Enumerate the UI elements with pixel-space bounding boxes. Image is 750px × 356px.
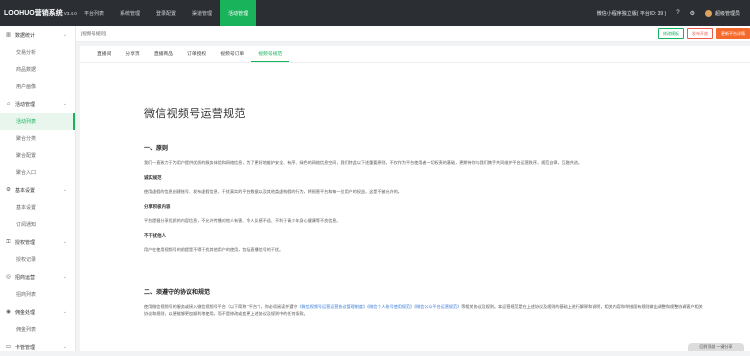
section-paragraph: 用户在使用视频号的前提是不得干扰其他用户的使用，包括直播信号的干扰。 <box>144 247 284 252</box>
publish-button[interactable]: 发布开放 <box>687 28 713 39</box>
account-switcher[interactable]: 微信小程序独立版( 平台ID: 39 ) <box>597 10 666 17</box>
section-paragraph: 我们一直致力于为用户提供优质的服务体验和网络信息，为了更好地维护安全、有序、绿色… <box>144 160 583 165</box>
tab-channel-orders[interactable]: 视频号订单 <box>213 46 251 62</box>
content-panel: 直播间 分享页 直播商品 订单授权 视频号订单 视频号规范 微信视频号运营规范 … <box>80 46 750 351</box>
tab-live-goods[interactable]: 直播商品 <box>147 46 180 62</box>
sidebar-group-label: 活动管理 <box>15 101 36 108</box>
edit-template-button[interactable]: 修改模板 <box>658 28 684 39</box>
user-menu[interactable]: 超级管理员 <box>704 9 740 17</box>
agreement-link[interactable]: 《微信个人账号使用规范》 <box>367 304 414 309</box>
section-paragraph: 使用虚假的信息创建账号、发布虚假信息、干扰真实的平台数据以及其他类虚构假的行为，… <box>144 189 402 194</box>
tab-live-room[interactable]: 直播间 <box>90 46 118 62</box>
sidebar-item-activity-list[interactable]: 活动列表 <box>0 113 75 130</box>
sidebar-group-label: 授权管理 <box>15 239 36 246</box>
key-icon: ⚿ <box>6 238 11 245</box>
section-heading: 二、须遵守的协议和规范 <box>144 290 211 296</box>
sidebar-item-goods-data[interactable]: 商品数据 <box>0 61 75 78</box>
tag-icon: ⌂ <box>6 101 11 107</box>
topnav-item-system[interactable]: 系统管理 <box>112 0 148 26</box>
breadcrumb: [视频号规则] 修改模板 发布开放 更新平台详情 <box>76 26 750 42</box>
document-title: 微信视频号运营规范 <box>144 108 246 120</box>
section-heading: 一、原则 <box>144 146 169 152</box>
subsection-title: 不干扰他人 <box>144 233 166 238</box>
sidebar-group-activity[interactable]: ⌂ 活动管理 ⌄ <box>0 95 75 113</box>
sidebar-group-label: 卡管管理 <box>15 344 36 351</box>
top-bar: LOOHUO营销系统 V3.4.0 平台列表 系统管理 登录配置 渠道管理 活动管… <box>0 0 750 26</box>
sidebar-item-auth-records[interactable]: 授权记录 <box>0 251 75 268</box>
sidebar-group-label: 数据统计 <box>15 32 36 39</box>
question-circle-icon[interactable]: ? <box>676 10 679 16</box>
main-content: [视频号规则] 修改模板 发布开放 更新平台详情 直播间 分享页 直播商品 订单… <box>76 26 750 351</box>
sidebar-group-basic[interactable]: ⚙ 基本设置 ⌄ <box>0 181 75 199</box>
sidebar-group-label: 招商运营 <box>15 274 36 281</box>
brand-version: V3.4.0 <box>63 10 77 16</box>
user-name: 超级管理员 <box>714 10 740 17</box>
chevron-down-icon: ⌄ <box>62 101 67 107</box>
crumb-actions: 修改模板 发布开放 更新平台详情 <box>655 28 750 39</box>
tab-bar: 直播间 分享页 直播商品 订单授权 视频号订单 视频号规范 <box>80 46 750 63</box>
top-right-tools: 微信小程序独立版( 平台ID: 39 ) ? ⚙ 超级管理员 <box>597 0 750 26</box>
topnav-item-login-config[interactable]: 登录配置 <box>148 0 184 26</box>
gear-icon: ⚙ <box>6 187 11 193</box>
sidebar-group-label: 基本设置 <box>15 187 36 194</box>
bar-chart-icon: ▥ <box>5 32 12 38</box>
topnav-item-activity[interactable]: 活动管理 <box>220 0 257 26</box>
sidebar-group-card[interactable]: ▭ 卡管管理 ⌄ <box>0 338 75 356</box>
sidebar-item-agg-config[interactable]: 聚合配置 <box>0 147 75 164</box>
chevron-down-icon: ⌄ <box>62 309 67 315</box>
sidebar-item-user-profile[interactable]: 用户画像 <box>0 78 75 95</box>
chevron-down-icon: ⌄ <box>62 32 67 38</box>
chevron-down-icon: ⌄ <box>62 344 67 350</box>
sidebar-group-merchant[interactable]: ◎ 招商运营 ⌄ <box>0 268 75 286</box>
section-paragraph: 使用微信视频号的服务或接入微信视频号平台（以下简称 "平台"），你必须阅读并遵守… <box>144 303 704 317</box>
brand-logo[interactable]: LOOHUO营销系统 V3.4.0 <box>0 0 77 26</box>
update-platform-button[interactable]: 更新平台详情 <box>716 28 750 39</box>
breadcrumb-label: [视频号规则] <box>81 30 107 36</box>
sidebar: ▥ 数据统计 ⌄ 交易分析 商品数据 用户画像 ⌂ 活动管理 ⌄ 活动列表 聚合分类 聚… <box>0 26 76 351</box>
sidebar-item-subscribe[interactable]: 订阅通知 <box>0 216 75 233</box>
paragraph-text: 使用微信视频号的服务或接入微信视频号平台（以下简称 "平台"），你必须阅读并遵守 <box>144 304 298 309</box>
sidebar-item-agg-entry[interactable]: 聚合入口 <box>0 164 75 181</box>
sidebar-group-stats[interactable]: ▥ 数据统计 ⌄ <box>0 26 75 44</box>
sidebar-item-agg-category[interactable]: 聚合分类 <box>0 130 75 147</box>
chevron-down-icon: ⌄ <box>62 187 67 193</box>
sidebar-item-commission-list[interactable]: 佣金列表 <box>0 321 75 338</box>
agreement-link[interactable]: 《微信视频号运营运营协议管理制度》 <box>297 304 367 309</box>
sidebar-item-basic-settings[interactable]: 基本设置 <box>0 199 75 216</box>
gear-icon[interactable]: ⚙ <box>690 10 695 17</box>
card-icon: ▭ <box>5 344 12 350</box>
sidebar-item-trade-analysis[interactable]: 交易分析 <box>0 44 75 61</box>
sidebar-group-label: 佣金处理 <box>15 309 36 316</box>
avatar <box>704 9 712 17</box>
sidebar-group-commission[interactable]: ◉ 佣金处理 ⌄ <box>0 303 75 321</box>
subsection-title: 分享积极内容 <box>144 204 171 209</box>
chevron-down-icon: ⌄ <box>62 239 67 245</box>
brand-name: LOOHUO营销系统 <box>4 10 63 17</box>
topnav-item-platform-list[interactable]: 平台列表 <box>76 0 112 26</box>
tab-channel-rules[interactable]: 视频号规范 <box>251 46 290 62</box>
tab-order-auth[interactable]: 订单授权 <box>180 46 213 62</box>
store-icon: ◎ <box>6 274 11 280</box>
account-label: 微信小程序独立版( 平台ID: 39 ) <box>596 10 667 17</box>
top-nav: 平台列表 系统管理 登录配置 渠道管理 活动管理 <box>76 0 257 26</box>
rules-document: 微信视频号运营规范 一、原则 我们一直致力于为用户提供优质的服务体验和网络信息，… <box>144 63 704 317</box>
sidebar-group-auth[interactable]: ⚿ 授权管理 ⌄ <box>0 233 75 251</box>
agreement-link[interactable]: 《微信公众平台运营规范》 <box>414 304 461 309</box>
chevron-down-icon: ⌄ <box>62 274 67 280</box>
subsection-title: 诚实规范 <box>144 175 162 180</box>
sidebar-item-merchant-list[interactable]: 招商列表 <box>0 286 75 303</box>
topnav-item-channel[interactable]: 渠道管理 <box>184 0 220 26</box>
section-paragraph: 平台提倡分享优质的内容信息，不允许传播对他人有害、令人反感不适、不利于青少年身心… <box>144 218 341 223</box>
floating-action-bar[interactable]: 回到顶部 一键分享 <box>688 343 744 351</box>
wallet-icon: ◉ <box>6 309 11 315</box>
tab-share-page[interactable]: 分享页 <box>118 46 146 62</box>
